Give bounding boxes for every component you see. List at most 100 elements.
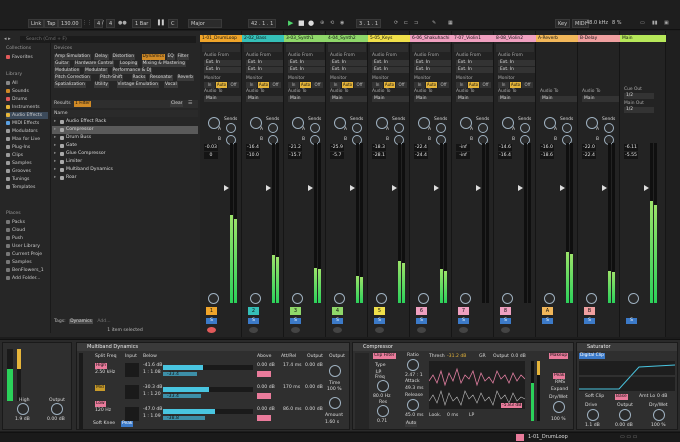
soft-knee-toggle[interactable]: Soft Knee — [93, 421, 115, 426]
monitor-off-button[interactable]: Off — [438, 82, 449, 88]
band-gain-chip[interactable] — [257, 415, 271, 421]
collection-favorites[interactable]: Favorites — [6, 54, 33, 61]
volume-fader-handle[interactable] — [392, 185, 397, 191]
volume-fader-handle[interactable] — [350, 185, 355, 191]
volume-fader-handle[interactable] — [602, 185, 607, 191]
track-activator-button[interactable]: 7 — [458, 307, 469, 315]
tag-chip[interactable]: Racks — [131, 75, 147, 81]
track-activator-knob[interactable] — [628, 293, 639, 304]
input-channel-select[interactable]: Ext. In — [288, 67, 325, 73]
drywet-knob[interactable] — [553, 401, 565, 413]
clip-slot[interactable] — [286, 44, 324, 52]
tag-chip[interactable]: Looping — [119, 61, 139, 67]
compressor-mode-chip[interactable]: Clip Filter — [373, 353, 396, 359]
split-freq-low[interactable]: 120 Hz — [95, 408, 111, 413]
places-item[interactable]: Current Proje — [6, 251, 42, 258]
library-item[interactable]: Sounds — [6, 88, 29, 95]
add-tag-button[interactable]: Add... — [97, 319, 110, 324]
expand-chevron-icon[interactable]: ▸ — [54, 150, 56, 158]
arm-button[interactable] — [249, 327, 258, 333]
tag-chip[interactable]: Pitch-Shift — [99, 75, 124, 81]
pan-value[interactable]: -5.7 — [330, 152, 344, 159]
quantize-menu[interactable]: 1 Bar — [132, 19, 152, 28]
browser-search-input[interactable]: Search (Cmd + F) — [20, 36, 196, 43]
saturator-mode-select[interactable]: Digital Clip — [579, 353, 605, 359]
tag-chip[interactable]: EQ — [166, 54, 175, 60]
solo-button[interactable]: S — [206, 318, 217, 324]
places-item[interactable]: Add Folder... — [6, 275, 41, 282]
volume-fader-handle[interactable] — [224, 185, 229, 191]
band-output[interactable]: 0.00 dB — [305, 385, 323, 390]
audio-from-select[interactable]: Ext. In — [246, 60, 283, 66]
track-activator-button[interactable]: 1 — [206, 307, 217, 315]
result-item[interactable]: ▸ Drum Buss — [52, 134, 198, 142]
volume-fader-handle[interactable] — [644, 185, 649, 191]
volume-value[interactable]: -16.4 — [246, 144, 260, 151]
track-activator-knob[interactable] — [502, 293, 513, 304]
places-item[interactable]: BenFlowers_1 — [6, 267, 44, 274]
audio-to-select[interactable]: Main — [582, 96, 619, 102]
audio-from-select[interactable]: Ext. In — [204, 60, 241, 66]
peak-mode-button[interactable]: Peak — [553, 373, 566, 379]
tag-chip[interactable]: Resonator — [149, 75, 174, 81]
volume-value[interactable]: -25.9 — [330, 144, 344, 151]
makeup-toggle[interactable]: Makeup — [549, 353, 569, 359]
result-item[interactable]: ▸ Multiband Dynamics — [52, 166, 198, 174]
places-item[interactable]: Cloud — [6, 227, 25, 234]
library-item[interactable]: All — [6, 80, 18, 87]
input-channel-select[interactable]: Ext. In — [204, 67, 241, 73]
track-activator-button[interactable]: A — [542, 307, 553, 315]
freq-value[interactable]: 80.0 Hz — [373, 394, 391, 399]
volume-value[interactable]: -22.4 — [414, 144, 428, 151]
band-output[interactable]: 0.00 dB — [305, 363, 323, 368]
tag-chip[interactable]: Performance & DJ — [111, 68, 153, 74]
pan-value[interactable]: -inf — [456, 152, 470, 159]
places-item[interactable]: User Library — [6, 243, 40, 250]
track-activator-knob[interactable] — [250, 293, 261, 304]
record-icon[interactable]: ● — [308, 19, 314, 28]
track-activator-knob[interactable] — [376, 293, 387, 304]
solo-button[interactable]: S — [416, 318, 427, 324]
tag-chip[interactable]: Pitch Correction — [54, 75, 91, 81]
pan-value[interactable]: -24.4 — [414, 152, 428, 159]
track-title[interactable]: 2-02_Bass — [242, 35, 284, 42]
punch-out-icon[interactable]: ⊐ — [414, 19, 418, 28]
track-activator-button[interactable]: 2 — [248, 307, 259, 315]
tag-chip[interactable]: Vocal — [164, 82, 178, 88]
track-title[interactable]: Main — [620, 35, 666, 42]
overdub-icon[interactable]: ⊕ — [320, 19, 324, 28]
audio-to-select[interactable]: Main — [372, 96, 409, 102]
arm-button[interactable] — [417, 327, 426, 333]
monitor-in_auto-button[interactable]: In — [288, 82, 299, 88]
monitor-off-button[interactable]: Off — [354, 82, 365, 88]
track-activator-knob[interactable] — [208, 293, 219, 304]
expand-chevron-icon[interactable]: ▸ — [54, 174, 56, 182]
band-low-button[interactable]: Low — [95, 401, 106, 407]
audio-to-select[interactable]: Main — [330, 96, 367, 102]
pan-value[interactable]: -18.6 — [540, 152, 554, 159]
tag-chip[interactable]: Amp Simulation — [54, 54, 91, 60]
arm-button[interactable] — [291, 327, 300, 333]
arm-button[interactable] — [375, 327, 384, 333]
expand-chevron-icon[interactable]: ▸ — [54, 118, 56, 126]
tag-chip[interactable]: Reverb — [176, 75, 194, 81]
monitor-in_auto-button[interactable]: In — [204, 82, 215, 88]
send-a-knob[interactable] — [310, 123, 320, 133]
below-threshold[interactable]: -47.0 dB — [143, 407, 162, 412]
below-ratio[interactable]: 1 : 1.20 — [143, 392, 161, 397]
band-output[interactable]: 0.00 dB — [305, 407, 323, 412]
loop-icon[interactable]: ⟳ — [394, 19, 398, 28]
res-value[interactable]: 0.71 — [377, 419, 387, 424]
input-channel-select[interactable]: Ext. In — [456, 67, 493, 73]
saturator-title[interactable]: Saturator — [577, 343, 677, 351]
arm-button[interactable] — [501, 327, 510, 333]
output-value[interactable]: 0.00 dB — [47, 417, 65, 422]
band-gain-chip[interactable] — [257, 371, 271, 377]
solo-button[interactable]: S — [248, 318, 259, 324]
waveshaper-base-button[interactable]: Base — [615, 394, 628, 400]
high-knob[interactable] — [17, 403, 29, 415]
clip-slot[interactable] — [370, 44, 408, 52]
status-track-name[interactable]: 1-01_DrumLoop — [528, 434, 568, 440]
band-high-button[interactable]: High — [95, 363, 108, 369]
clip-slot[interactable] — [496, 44, 534, 52]
